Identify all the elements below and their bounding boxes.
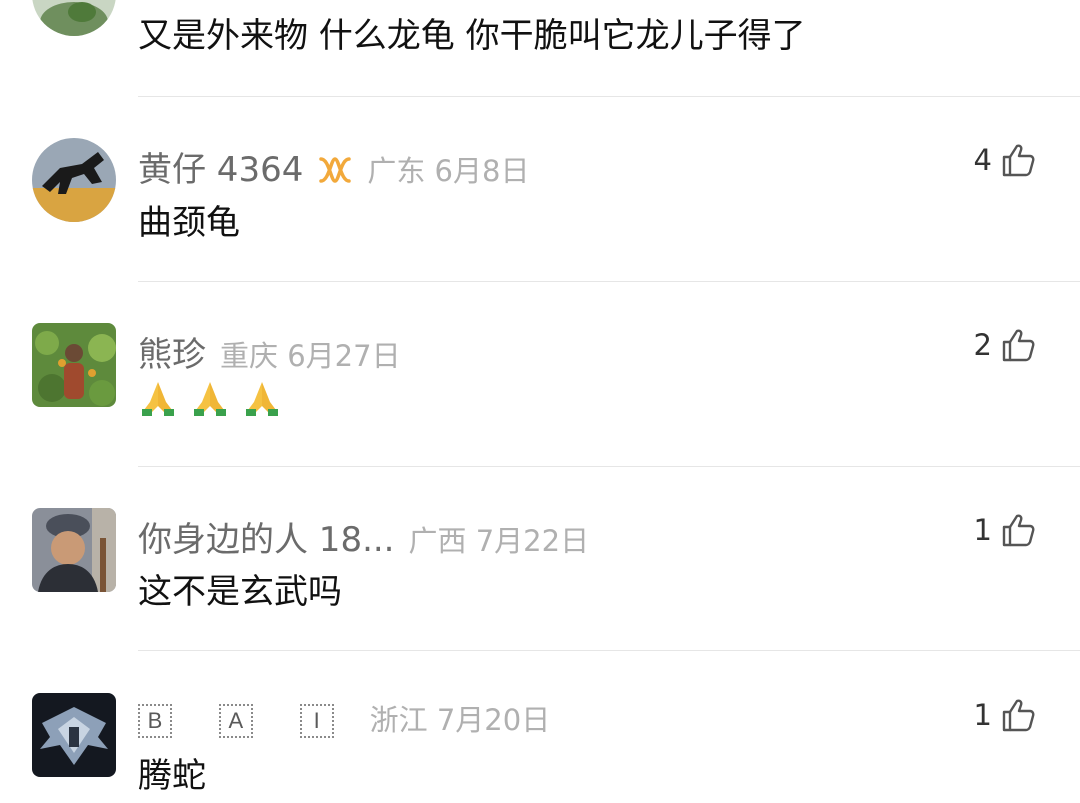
- avatar[interactable]: [32, 323, 116, 407]
- location-date: 广东 6月8日: [367, 154, 530, 188]
- like-count: 1: [973, 513, 992, 547]
- comment-text: 曲颈龟: [138, 203, 240, 243]
- location-date: 浙江 7月20日: [369, 703, 551, 737]
- comment-meta: 你身边的人 18... 广西 7月22日: [138, 512, 589, 561]
- comment-meta: 熊珍 重庆 6月27日: [138, 327, 401, 376]
- like-count: 1: [973, 698, 992, 732]
- folded-hands-emoji: [194, 382, 226, 416]
- username[interactable]: B A I: [138, 699, 370, 740]
- username[interactable]: 你身边的人 18...: [138, 512, 395, 561]
- avatar-image: [32, 138, 116, 222]
- comment-emoji-row: [138, 378, 282, 418]
- comment-meta: 黄仔 4364 广东 6月8日: [138, 142, 529, 191]
- avatar-image: [32, 323, 116, 407]
- comment-meta: B A I 浙江 7月20日: [138, 697, 550, 740]
- divider: [138, 96, 1080, 97]
- divider: [138, 281, 1080, 282]
- comment-text: 又是外来物 什么龙龟 你干脆叫它龙儿子得了: [138, 16, 806, 56]
- thumbs-up-icon: [1002, 514, 1035, 547]
- username-char: B: [138, 704, 172, 738]
- avatar-image: [32, 508, 116, 592]
- avatar[interactable]: [32, 138, 116, 222]
- like-count: 2: [973, 328, 992, 362]
- username[interactable]: 熊珍: [138, 327, 206, 376]
- avatar-image: [32, 0, 116, 36]
- avatar[interactable]: [32, 693, 116, 777]
- location-date: 重庆 6月27日: [220, 339, 401, 373]
- username-char: A: [218, 704, 253, 738]
- username-char: I: [299, 704, 334, 738]
- comment-list: 又是外来物 什么龙龟 你干脆叫它龙儿子得了 黄仔 4364 广东 6月8日 曲颈…: [0, 0, 1080, 803]
- location-date: 广西 7月22日: [408, 524, 590, 558]
- divider: [138, 466, 1080, 467]
- folded-hands-emoji: [246, 382, 278, 416]
- like-button[interactable]: 2: [974, 327, 1036, 363]
- thumbs-up-icon: [1002, 699, 1035, 732]
- like-count: 4: [973, 143, 992, 177]
- like-button[interactable]: 1: [974, 512, 1036, 548]
- thumbs-up-icon: [1002, 144, 1035, 177]
- like-button[interactable]: 4: [974, 142, 1036, 178]
- avatar-image: [32, 693, 116, 777]
- comment-text: 腾蛇: [138, 756, 206, 796]
- avatar[interactable]: [32, 0, 116, 36]
- divider: [138, 650, 1080, 651]
- comment-text: 这不是玄武吗: [138, 572, 342, 612]
- like-button[interactable]: 1: [974, 697, 1036, 733]
- thumbs-up-icon: [1002, 329, 1035, 362]
- folded-hands-emoji: [142, 382, 174, 416]
- username[interactable]: 黄仔 4364: [138, 142, 303, 191]
- gold-ring-badge-icon: [317, 155, 353, 185]
- avatar[interactable]: [32, 508, 116, 592]
